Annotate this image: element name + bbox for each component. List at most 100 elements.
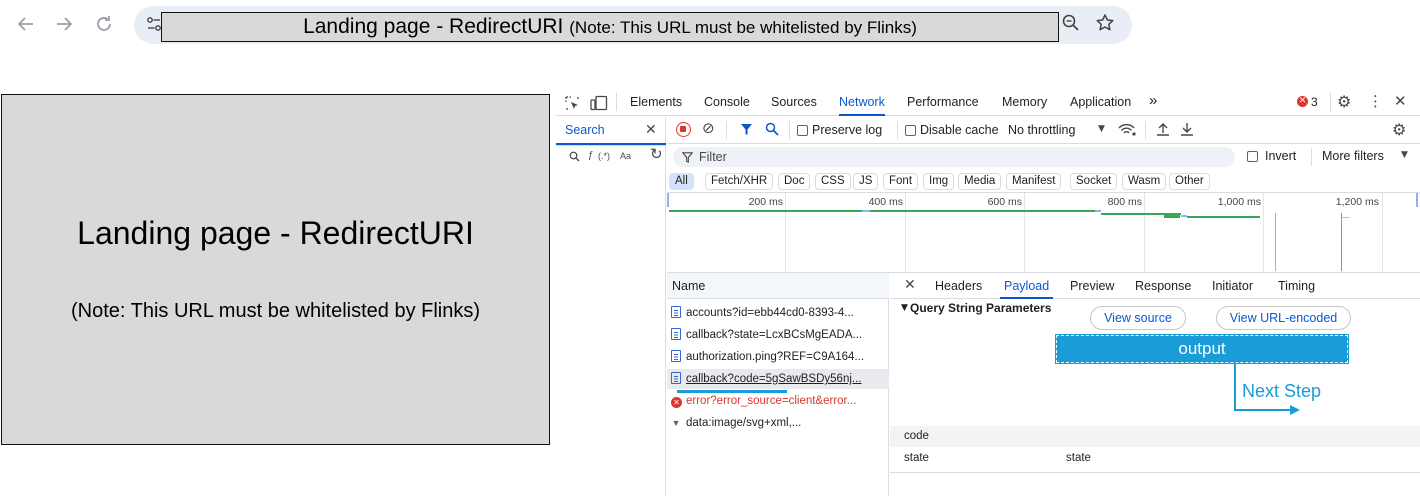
tab-application[interactable]: Application xyxy=(1070,95,1131,109)
type-chip-media[interactable]: Media xyxy=(958,173,1002,190)
document-icon xyxy=(671,306,681,318)
devtools-tab-bar: Elements Console Sources Network Perform… xyxy=(556,89,1420,116)
tab-initiator[interactable]: Initiator xyxy=(1212,279,1253,293)
preserve-log-checkbox[interactable] xyxy=(797,125,808,136)
regex-toggle[interactable]: (.*) xyxy=(598,151,610,161)
close-devtools-icon[interactable]: ✕ xyxy=(1394,94,1407,109)
settings-gear-icon[interactable]: ⚙ xyxy=(1337,94,1351,110)
chevron-down-icon: ▼ xyxy=(1098,124,1105,134)
error-count[interactable]: 3 xyxy=(1311,95,1318,109)
request-name: authorization.ping?REF=C9A164... xyxy=(686,351,865,363)
type-chip-wasm[interactable]: Wasm xyxy=(1122,173,1167,190)
record-stop-icon[interactable] xyxy=(676,122,691,137)
bookmark-star-icon[interactable] xyxy=(1094,12,1116,34)
image-filter-icon: ▼ xyxy=(671,418,681,428)
network-overview-timeline[interactable]: 200 ms 400 ms 600 ms 800 ms 1,000 ms 1,2… xyxy=(667,193,1420,273)
disable-cache-label[interactable]: Disable cache xyxy=(920,123,999,137)
search-tab-label[interactable]: Search xyxy=(565,123,605,137)
more-tabs-button[interactable]: » xyxy=(1149,92,1157,109)
request-name: callback?code=5gSawBSDy56nj... xyxy=(686,373,862,385)
throttling-select[interactable]: No throttling xyxy=(1008,123,1075,137)
devtools-panel: Elements Console Sources Network Perform… xyxy=(556,89,1420,496)
reload-button[interactable] xyxy=(92,12,116,36)
timeline-tick: 800 ms xyxy=(1107,196,1142,208)
timeline-bar xyxy=(1164,213,1180,218)
device-toolbar-icon[interactable] xyxy=(590,95,608,111)
tab-memory[interactable]: Memory xyxy=(1002,95,1047,109)
overview-handle-right[interactable] xyxy=(1416,193,1418,207)
close-search-icon[interactable]: ✕ xyxy=(645,123,657,137)
landing-note: (Note: This URL must be whitelisted by F… xyxy=(70,300,481,322)
type-chip-css[interactable]: CSS xyxy=(815,173,851,190)
type-chip-fetch-xhr[interactable]: Fetch/XHR xyxy=(705,173,774,190)
timeline-bar xyxy=(862,210,870,212)
forward-button[interactable] xyxy=(52,12,76,36)
param-value: state xyxy=(1066,452,1091,464)
request-row[interactable]: accounts?id=ebb44cd0-8393-4... xyxy=(671,303,887,323)
view-url-encoded-button[interactable]: View URL-encoded xyxy=(1216,306,1351,330)
landing-page-panel: Landing page - RedirectURI (Note: This U… xyxy=(1,94,550,445)
error-icon[interactable]: ✕ xyxy=(1297,96,1308,107)
more-filters-button[interactable]: More filters xyxy=(1322,149,1384,163)
tab-performance[interactable]: Performance xyxy=(907,95,979,109)
import-har-icon[interactable] xyxy=(1156,122,1170,137)
type-chip-doc[interactable]: Doc xyxy=(778,173,811,190)
inspect-element-icon[interactable] xyxy=(564,95,580,111)
search-network-icon[interactable] xyxy=(765,122,779,136)
tab-headers[interactable]: Headers xyxy=(935,279,982,293)
network-settings-gear-icon[interactable]: ⚙ xyxy=(1392,122,1406,138)
tab-response[interactable]: Response xyxy=(1135,279,1191,293)
tab-network[interactable]: Network xyxy=(839,95,885,116)
clear-log-icon[interactable]: ⊘ xyxy=(702,121,715,136)
type-chip-manifest[interactable]: Manifest xyxy=(1006,173,1062,190)
back-button[interactable] xyxy=(14,12,38,36)
tab-preview[interactable]: Preview xyxy=(1070,279,1114,293)
tab-sources[interactable]: Sources xyxy=(771,95,817,109)
type-chip-font[interactable]: Font xyxy=(883,173,919,190)
type-chip-js[interactable]: JS xyxy=(853,173,879,190)
invert-checkbox[interactable] xyxy=(1247,151,1258,162)
param-row[interactable]: state state xyxy=(890,448,1420,469)
view-source-button[interactable]: View source xyxy=(1090,306,1186,330)
request-row[interactable]: callback?state=LcxBCsMgEADA... xyxy=(671,325,887,345)
close-detail-icon[interactable]: ✕ xyxy=(904,278,916,292)
disable-cache-checkbox[interactable] xyxy=(905,125,916,136)
zoom-icon[interactable] xyxy=(1060,12,1082,34)
tab-payload[interactable]: Payload xyxy=(999,279,1054,299)
section-title[interactable]: Query String Parameters xyxy=(910,301,1051,315)
filter-funnel-icon[interactable] xyxy=(740,123,753,136)
overview-handle-left[interactable] xyxy=(667,193,669,207)
request-row-selected[interactable]: callback?code=5gSawBSDy56nj... xyxy=(667,369,889,389)
tab-timing[interactable]: Timing xyxy=(1278,279,1315,293)
search-pane: Search ✕ ƒ (.*) Aa ↻ xyxy=(556,117,666,496)
request-row[interactable]: authorization.ping?REF=C9A164... xyxy=(671,347,887,367)
match-case-toggle[interactable]: Aa xyxy=(620,151,631,161)
more-options-icon[interactable]: ⋮ xyxy=(1368,94,1383,109)
grid-line xyxy=(1263,193,1264,273)
tab-elements[interactable]: Elements xyxy=(630,95,682,109)
grid-line xyxy=(905,193,906,273)
name-column-header[interactable]: Name xyxy=(667,273,889,299)
invert-label[interactable]: Invert xyxy=(1265,149,1296,163)
param-key: code xyxy=(904,430,929,442)
export-har-icon[interactable] xyxy=(1180,122,1194,137)
output-annotation: output xyxy=(1055,334,1349,364)
type-chip-other[interactable]: Other xyxy=(1169,173,1210,190)
filter-input[interactable]: Filter xyxy=(673,147,1235,167)
search-input[interactable]: ƒ xyxy=(588,150,594,161)
landing-title: Landing page - RedirectURI xyxy=(77,215,474,251)
type-chip-all[interactable]: All xyxy=(669,173,694,190)
request-name: accounts?id=ebb44cd0-8393-4... xyxy=(686,307,854,319)
preserve-log-label[interactable]: Preserve log xyxy=(812,123,882,137)
refresh-search-icon[interactable]: ↻ xyxy=(650,147,663,162)
type-chip-socket[interactable]: Socket xyxy=(1070,173,1118,190)
network-conditions-icon[interactable] xyxy=(1118,123,1136,137)
type-chip-img[interactable]: Img xyxy=(923,173,955,190)
tab-console[interactable]: Console xyxy=(704,95,750,109)
request-row[interactable]: ▼ data:image/svg+xml,... xyxy=(671,413,887,433)
collapse-triangle-icon[interactable]: ▼ xyxy=(901,304,908,313)
param-row[interactable]: code xyxy=(890,426,1420,447)
url-text[interactable]: Landing page - RedirectURI (Note: This U… xyxy=(161,12,1059,42)
request-row-error[interactable]: ✕ error?error_source=client&error... xyxy=(671,391,887,411)
filter-placeholder: Filter xyxy=(699,150,727,164)
